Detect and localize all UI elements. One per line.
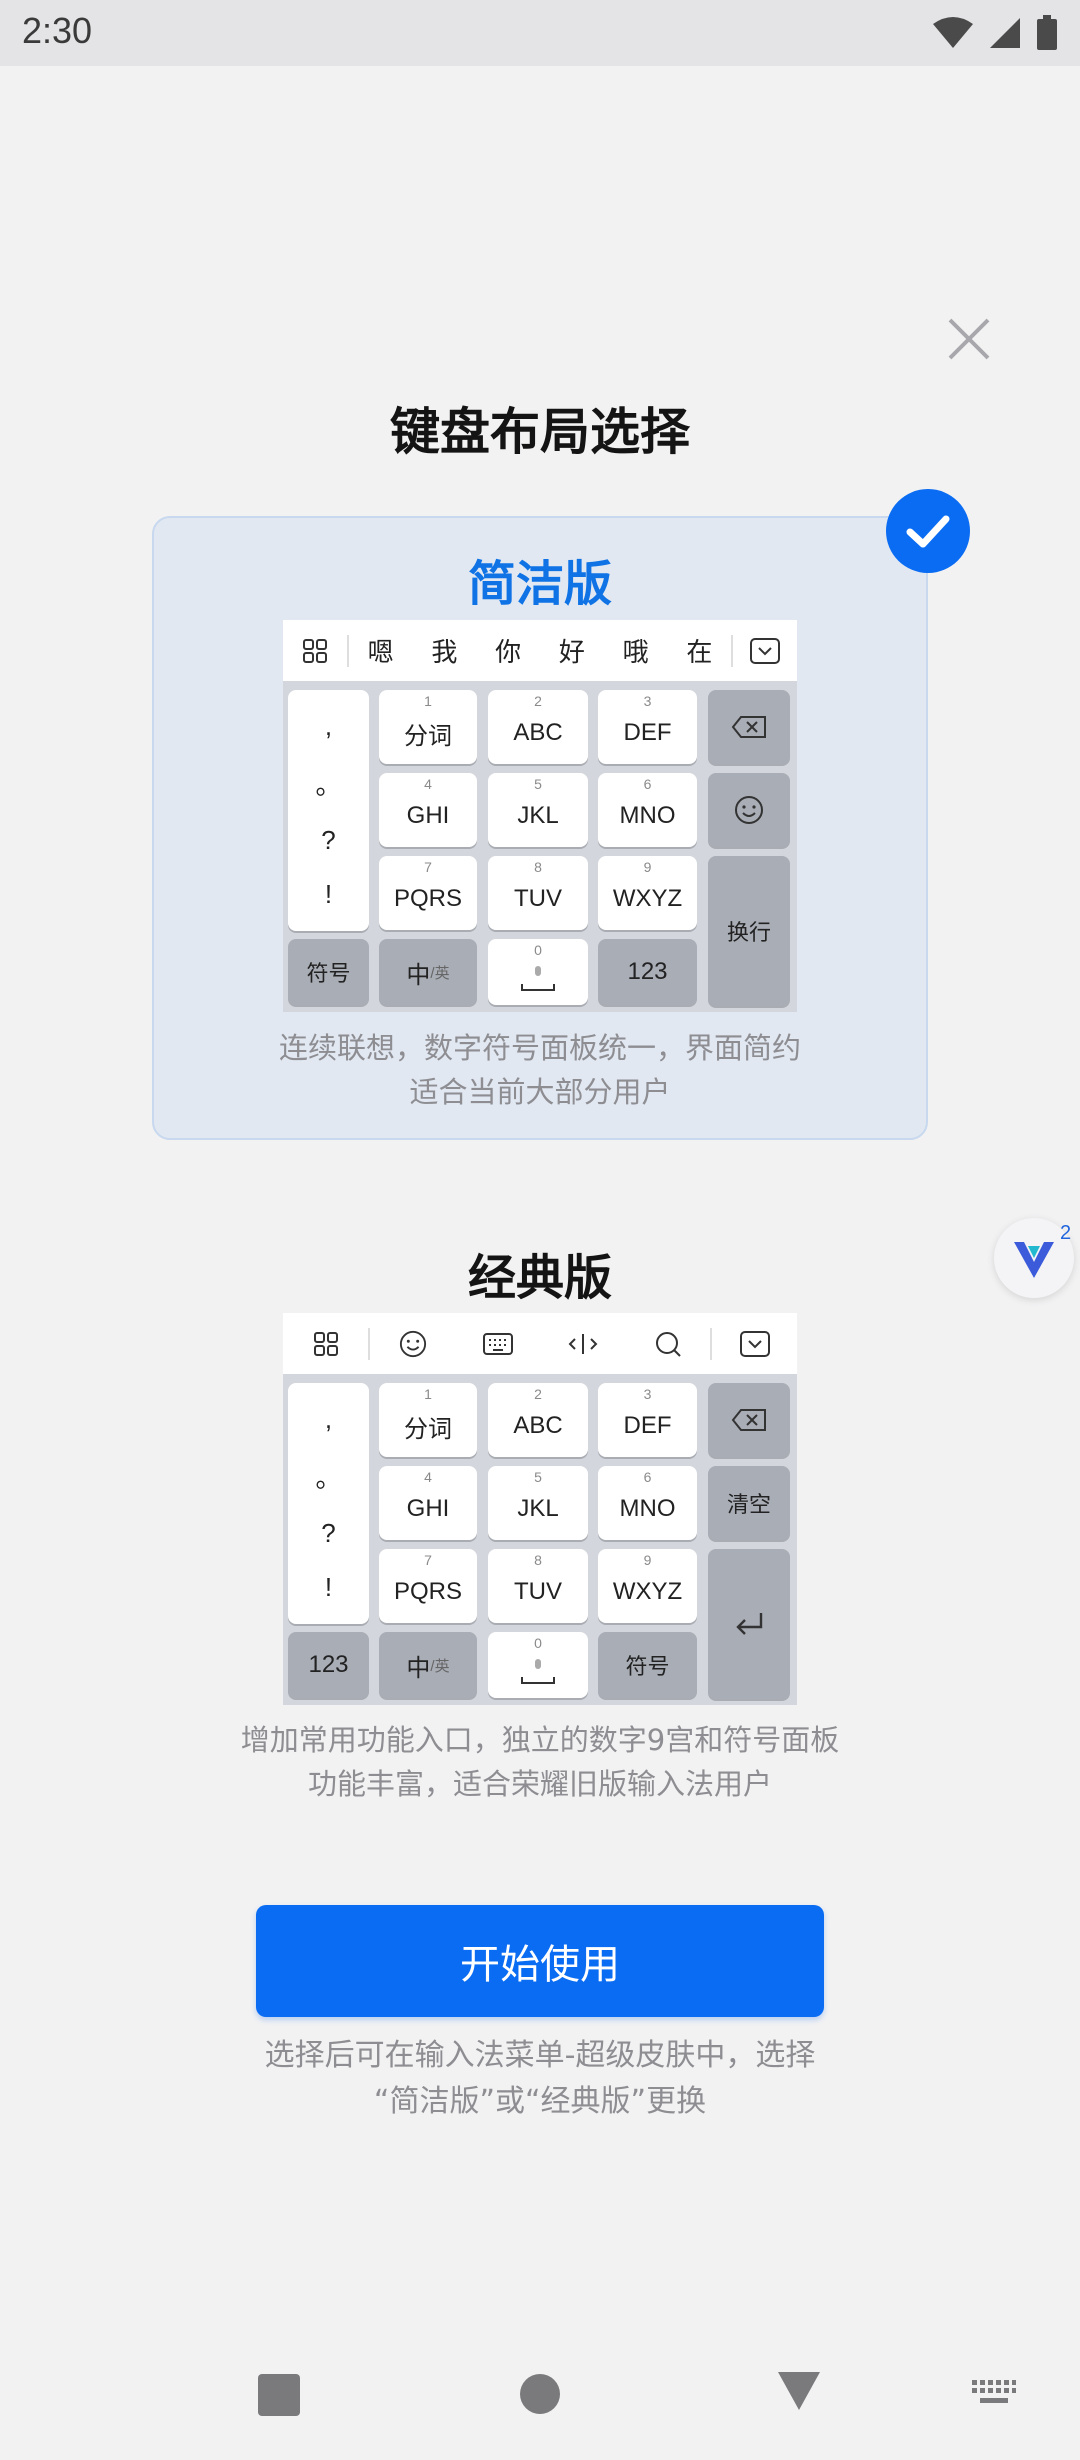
key-4: 4 GHI xyxy=(379,773,477,847)
emoji-key xyxy=(708,773,790,847)
collapse-keyboard-icon xyxy=(733,620,797,681)
key-7: 7 PQRS xyxy=(379,856,477,930)
status-time: 2:30 xyxy=(22,10,93,51)
keyboard-switch-icon[interactable] xyxy=(972,2380,1016,2406)
key-2: 2 ABC xyxy=(488,1383,588,1457)
punct-question: ? xyxy=(321,1517,336,1548)
key-8: 8 TUV xyxy=(488,856,588,930)
close-button[interactable] xyxy=(944,314,994,364)
simple-desc-line2: 适合当前大部分用户 xyxy=(409,1075,671,1109)
collapse-keyboard-icon xyxy=(712,1313,797,1374)
number-key: 123 xyxy=(598,939,697,1005)
grid-menu-icon xyxy=(283,1313,368,1374)
start-using-button[interactable]: 开始使用 xyxy=(256,1905,824,2017)
recents-button[interactable] xyxy=(258,2374,300,2416)
punct-exclaim: ! xyxy=(324,878,333,909)
enter-key xyxy=(708,1549,790,1699)
backspace-icon xyxy=(731,716,766,738)
key-4: 4 GHI xyxy=(379,1466,477,1540)
lang-key-sub: /英 xyxy=(430,1657,450,1675)
symbol-key: 符号 xyxy=(598,1632,697,1698)
punct-question: ? xyxy=(321,824,336,855)
classic-desc-line1: 增加常用功能入口，独立的数字9宫和符号面板 xyxy=(240,1723,840,1757)
key-8: 8 TUV xyxy=(488,1549,588,1623)
simple-keyboard-preview: 嗯 我 你 好 哦 在 , 。 ? ! 1 分词 2 ABC 3 DEF 4 GHI 5… xyxy=(283,620,797,1012)
candidate: 好 xyxy=(558,638,585,668)
punct-period: 。 xyxy=(315,770,342,801)
key-3: 3 DEF xyxy=(598,690,697,764)
footer-hint-line1: 选择后可在输入法菜单-超级皮肤中，选择 xyxy=(264,2038,816,2073)
enter-key: 换行 xyxy=(708,856,790,1006)
lang-key-sub: /英 xyxy=(430,964,450,982)
key-1: 1 分词 xyxy=(379,690,477,764)
simple-layout-title: 简洁版 xyxy=(467,556,612,612)
battery-icon xyxy=(1037,15,1057,50)
punctuation-column: , 。 ? ! xyxy=(288,1383,369,1624)
key-1: 1 分词 xyxy=(379,1383,477,1457)
space-mic-icon xyxy=(521,1659,555,1684)
key-3: 3 DEF xyxy=(598,1383,697,1457)
key-9: 9 WXYZ xyxy=(598,856,697,930)
lang-switch-key: 中/英 xyxy=(379,939,477,1005)
wifi-icon xyxy=(933,17,973,48)
grid-menu-icon xyxy=(283,620,347,681)
key-6: 6 MNO xyxy=(598,1466,697,1540)
search-icon xyxy=(625,1313,710,1374)
key-9: 9 WXYZ xyxy=(598,1549,697,1623)
simple-desc-line1: 连续联想，数字符号面板统一，界面简约 xyxy=(278,1031,801,1065)
back-button[interactable] xyxy=(776,2370,822,2412)
backspace-icon xyxy=(731,1409,766,1431)
lang-key-main: 中 xyxy=(406,961,431,989)
cursor-move-icon xyxy=(540,1313,625,1374)
emoji-icon xyxy=(370,1313,455,1374)
candidate: 嗯 xyxy=(367,638,394,668)
footer-hint-line2: “简洁版”或“经典版”更换 xyxy=(373,2084,707,2119)
navigation-bar xyxy=(0,2340,1080,2450)
punct-comma: , xyxy=(324,711,333,742)
classic-keyboard-preview[interactable]: , 。 ? ! 1 分词 2 ABC 3 DEF 4 GHI 5 JKL 6 MNO 清空 … xyxy=(283,1313,797,1705)
backspace-key xyxy=(708,1383,790,1457)
enter-icon xyxy=(736,1613,763,1635)
key-5: 5 JKL xyxy=(488,1466,588,1540)
status-icons xyxy=(932,14,1058,52)
number-key: 123 xyxy=(288,1632,369,1698)
symbol-key: 符号 xyxy=(288,939,369,1005)
signal-icon xyxy=(990,18,1020,48)
candidate: 哦 xyxy=(622,638,649,668)
punctuation-column: , 。 ? ! xyxy=(288,690,369,931)
punct-period: 。 xyxy=(315,1463,342,1494)
classic-desc-line2: 功能丰富，适合荣耀旧版输入法用户 xyxy=(307,1767,772,1801)
status-bar: 2:30 xyxy=(0,0,1080,66)
floating-badge-count: 2 xyxy=(1060,1222,1072,1244)
keyboard-icon xyxy=(455,1313,540,1374)
home-button[interactable] xyxy=(520,2374,560,2414)
dialog-title: 键盘布局选择 xyxy=(390,403,690,461)
emoji-icon xyxy=(735,796,763,824)
close-icon xyxy=(948,318,990,360)
key-6: 6 MNO xyxy=(598,773,697,847)
candidate: 我 xyxy=(431,638,458,668)
space-key: 0 xyxy=(488,1632,588,1698)
candidate: 在 xyxy=(686,638,713,668)
lang-switch-key: 中/英 xyxy=(379,1632,477,1698)
backspace-key xyxy=(708,690,790,764)
clear-key: 清空 xyxy=(708,1466,790,1540)
key-5: 5 JKL xyxy=(488,773,588,847)
lang-key-main: 中 xyxy=(406,1654,431,1682)
toolbar xyxy=(283,1313,797,1374)
space-key: 0 xyxy=(488,939,588,1005)
key-7: 7 PQRS xyxy=(379,1549,477,1623)
space-mic-icon xyxy=(521,966,555,991)
key-2: 2 ABC xyxy=(488,690,588,764)
punct-exclaim: ! xyxy=(324,1571,333,1602)
candidate-bar: 嗯 我 你 好 哦 在 xyxy=(283,620,797,681)
candidate: 你 xyxy=(495,638,522,668)
classic-layout-title[interactable]: 经典版 xyxy=(0,1238,1080,1308)
punct-comma: , xyxy=(324,1404,333,1435)
